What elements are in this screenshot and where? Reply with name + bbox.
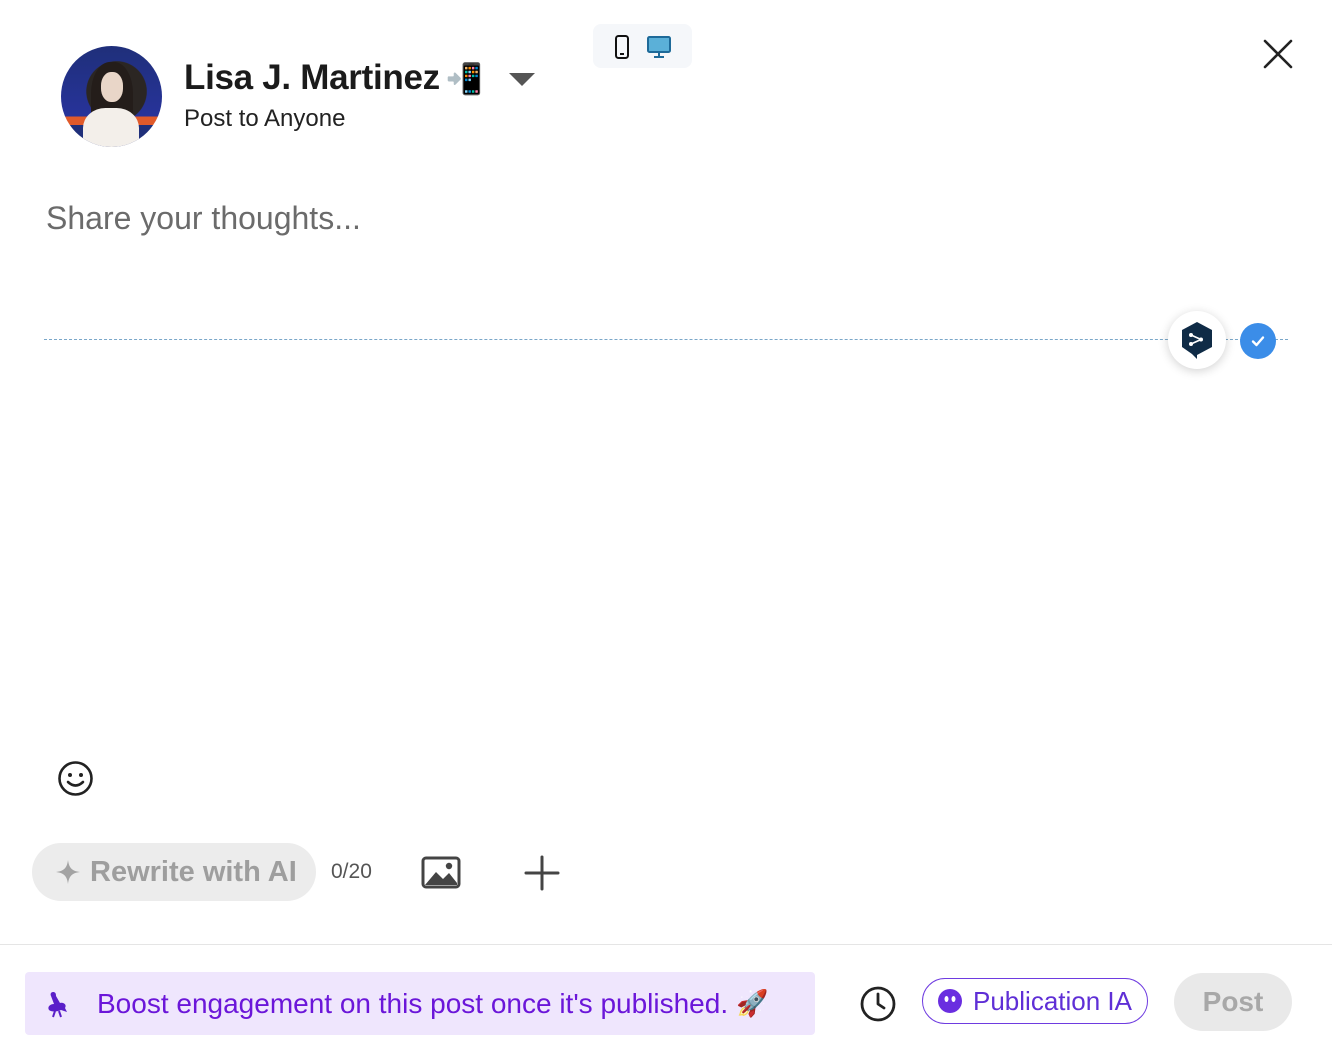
- desktop-preview-button[interactable]: [646, 34, 672, 60]
- footer-divider: [0, 944, 1332, 945]
- clock-icon: [860, 986, 896, 1022]
- user-name: Lisa J. Martinez: [184, 58, 440, 97]
- phone-icon: [615, 35, 629, 59]
- account-dropdown-icon[interactable]: [509, 73, 535, 86]
- post-editor[interactable]: Share your thoughts...: [46, 200, 1146, 237]
- editor-divider: [44, 339, 1288, 340]
- phone-arrow-icon: 📲: [445, 63, 483, 96]
- plus-icon: [524, 855, 560, 891]
- add-image-button[interactable]: [421, 856, 461, 889]
- desktop-icon: [647, 36, 671, 58]
- avatar-body: [83, 108, 139, 147]
- emoji-icon: [58, 761, 93, 796]
- image-icon: [421, 856, 461, 889]
- close-icon: [1263, 39, 1293, 69]
- deepl-button[interactable]: [1168, 311, 1226, 369]
- rocket-icon: 🚀: [736, 988, 769, 1018]
- audience-label[interactable]: Post to Anyone: [184, 105, 345, 133]
- ostrich-icon: [48, 991, 67, 1017]
- check-button[interactable]: [1240, 323, 1276, 359]
- schedule-button[interactable]: [859, 985, 897, 1023]
- post-button[interactable]: Post: [1174, 973, 1292, 1031]
- rewrite-counter: 0/20: [331, 860, 372, 883]
- mobile-preview-button[interactable]: [609, 34, 635, 60]
- rewrite-label: Rewrite with AI: [90, 855, 297, 888]
- boost-text: Boost engagement on this post once it's …: [97, 987, 729, 1019]
- sparkle-icon: [56, 860, 80, 884]
- boost-engagement-banner[interactable]: Boost engagement on this post once it's …: [25, 972, 815, 1035]
- avatar-face: [101, 72, 123, 102]
- editor-placeholder: Share your thoughts...: [46, 200, 361, 236]
- publication-ia-button[interactable]: Publication IA: [922, 978, 1148, 1024]
- user-name-heading: Lisa J. Martinez 📲: [184, 58, 483, 98]
- post-label: Post: [1202, 986, 1264, 1017]
- check-icon: [1251, 336, 1265, 347]
- avatar: [61, 46, 162, 147]
- deepl-icon: [1182, 322, 1212, 359]
- ai-face-icon: [938, 989, 962, 1013]
- publication-ia-label: Publication IA: [973, 985, 1132, 1016]
- device-preview-toggle: [593, 24, 692, 68]
- close-button[interactable]: [1261, 37, 1295, 71]
- emoji-button[interactable]: [57, 760, 94, 797]
- add-more-button[interactable]: [524, 855, 560, 891]
- rewrite-with-ai-button[interactable]: Rewrite with AI: [32, 843, 316, 901]
